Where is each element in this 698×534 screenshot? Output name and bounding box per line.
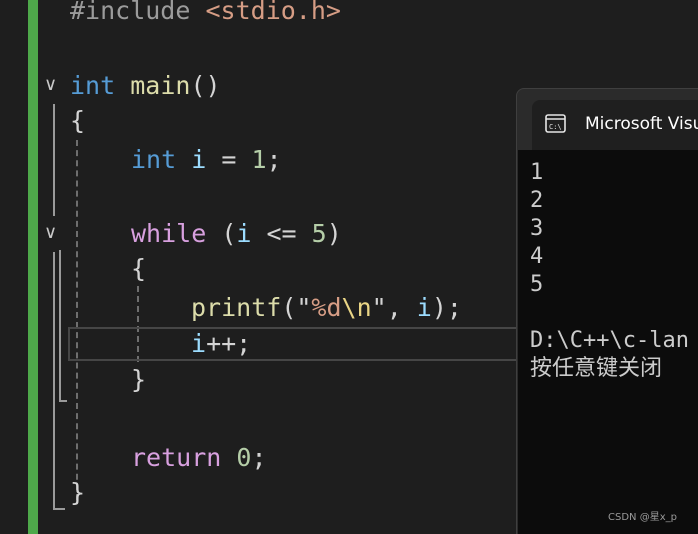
printf-open: (" bbox=[281, 293, 312, 322]
code-line-while-close-brace[interactable]: } bbox=[131, 363, 146, 397]
screenshot: ∨ ∨ #include <stdio.h> int main() { int … bbox=[0, 0, 698, 534]
while-var: i bbox=[236, 219, 252, 248]
return-keyword: return bbox=[131, 443, 222, 472]
fold-main-chevron-icon[interactable]: ∨ bbox=[44, 76, 57, 94]
code-line-return[interactable]: return 0; bbox=[131, 441, 267, 475]
code-line-while-open-brace[interactable]: { bbox=[131, 252, 146, 286]
return-semicolon: ; bbox=[251, 443, 267, 472]
decl-type: int bbox=[131, 145, 177, 174]
include-directive: #include bbox=[70, 0, 191, 25]
console-output-line: 1 bbox=[530, 160, 544, 185]
main-parens: () bbox=[190, 71, 221, 100]
main-return-type: int bbox=[70, 71, 116, 100]
fold-while-chevron-icon[interactable]: ∨ bbox=[44, 224, 57, 242]
while-operator: <= bbox=[251, 219, 312, 248]
decl-assign: = bbox=[206, 145, 252, 174]
include-header: <stdio.h> bbox=[205, 0, 341, 25]
printf-close: ); bbox=[431, 293, 462, 322]
printf-mid: ", bbox=[371, 293, 417, 322]
code-line-main-open-brace[interactable]: { bbox=[70, 104, 85, 138]
indent-guide-main bbox=[76, 140, 78, 500]
console-exit-path: D:\C++\c-lan bbox=[530, 328, 689, 353]
block-guide-main-lower bbox=[53, 252, 55, 510]
while-open: ( bbox=[206, 219, 237, 248]
while-open-brace: { bbox=[131, 254, 147, 283]
main-function-name: main bbox=[130, 71, 191, 100]
console-output-line: 4 bbox=[530, 244, 544, 269]
code-line-declaration[interactable]: int i = 1; bbox=[131, 143, 282, 177]
printf-function: printf bbox=[191, 293, 282, 322]
printf-escape: \n bbox=[341, 293, 372, 322]
code-line-printf[interactable]: printf("%d\n", i); bbox=[191, 291, 462, 325]
printf-format: %d bbox=[311, 293, 342, 322]
change-tracking-bar bbox=[28, 0, 38, 534]
decl-semicolon: ; bbox=[266, 145, 282, 174]
block-guide-while-end bbox=[59, 400, 67, 402]
console-output-line: 5 bbox=[530, 272, 544, 297]
while-limit: 5 bbox=[311, 219, 327, 248]
while-close-brace: } bbox=[131, 365, 147, 394]
console-window-title: Microsoft Visu bbox=[585, 114, 698, 134]
code-line-while[interactable]: while (i <= 5) bbox=[131, 217, 342, 251]
increment-op: ++; bbox=[206, 329, 252, 358]
code-line-main[interactable]: int main() bbox=[70, 69, 221, 103]
increment-var: i bbox=[191, 329, 207, 358]
main-open-brace: { bbox=[70, 106, 86, 135]
main-close-brace: } bbox=[70, 478, 86, 507]
printf-var: i bbox=[416, 293, 432, 322]
code-line-include[interactable]: #include <stdio.h> bbox=[70, 0, 341, 28]
console-icon-label: C:\ bbox=[549, 123, 562, 131]
console-app-icon: C:\ bbox=[545, 114, 566, 133]
code-line-main-close-brace[interactable]: } bbox=[70, 476, 85, 510]
decl-var: i bbox=[191, 145, 207, 174]
watermark: CSDN @星x_p bbox=[608, 512, 677, 523]
block-guide-main-upper bbox=[53, 104, 55, 216]
block-guide-while bbox=[59, 250, 61, 402]
block-guide-main-end bbox=[53, 508, 65, 510]
current-line-highlight bbox=[68, 327, 528, 361]
console-output-line: 2 bbox=[530, 188, 544, 213]
console-press-key-prompt: 按任意键关闭 bbox=[530, 356, 663, 381]
editor-gutter bbox=[0, 0, 28, 534]
console-output-line: 3 bbox=[530, 216, 544, 241]
while-keyword: while bbox=[131, 219, 207, 248]
code-line-increment[interactable]: i++; bbox=[191, 327, 251, 361]
decl-value: 1 bbox=[251, 145, 267, 174]
while-close: ) bbox=[326, 219, 342, 248]
return-value: 0 bbox=[236, 443, 252, 472]
